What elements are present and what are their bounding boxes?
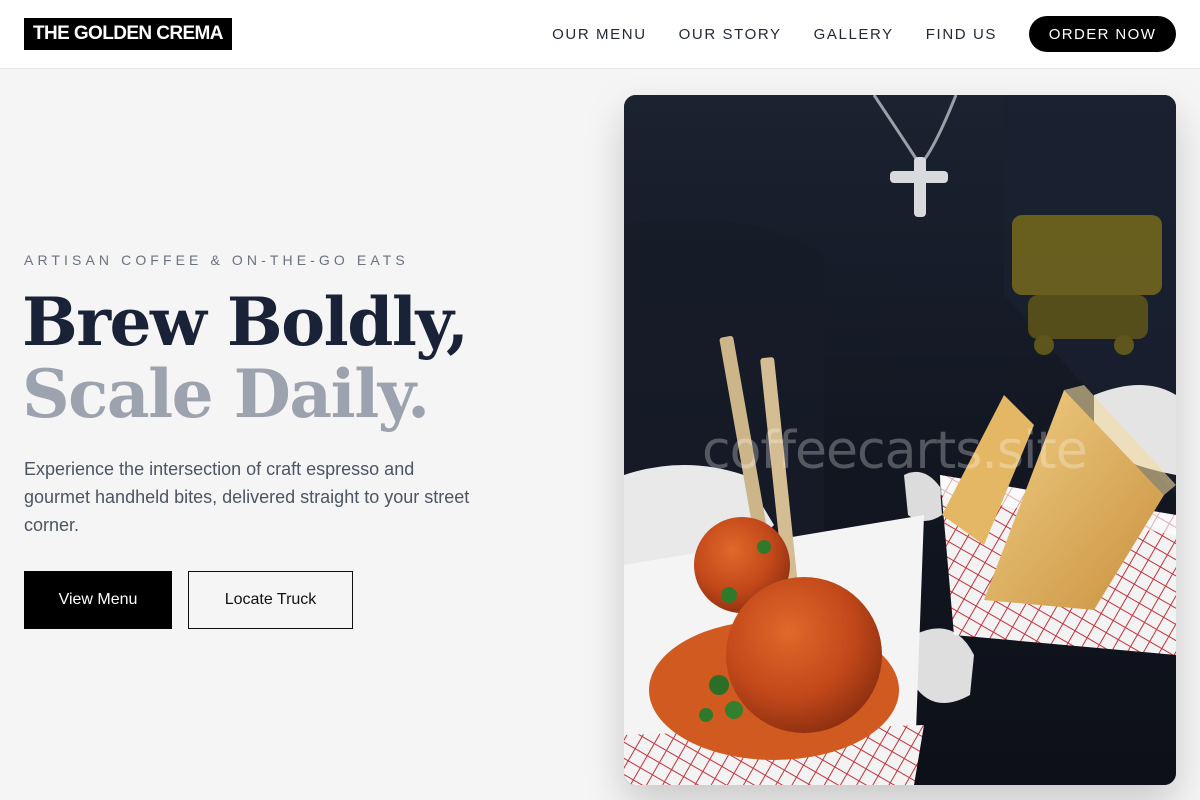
food-photo-illustration	[624, 95, 1176, 785]
hero-eyebrow: ARTISAN COFFEE & ON-THE-GO EATS	[24, 252, 409, 268]
view-menu-button[interactable]: View Menu	[24, 571, 172, 629]
brand-logo[interactable]: THE GOLDEN CREMA	[24, 18, 232, 50]
headline-line-2: Scale Daily.	[22, 355, 430, 433]
nav-link-our-story[interactable]: OUR STORY	[679, 26, 782, 43]
locate-truck-button[interactable]: Locate Truck	[188, 571, 353, 629]
hero-food-image: coffeecarts.site	[624, 95, 1176, 785]
nav-link-find-us[interactable]: FIND US	[926, 26, 997, 43]
main-nav: OUR MENU OUR STORY GALLERY FIND US ORDER…	[552, 16, 1176, 52]
site-header: THE GOLDEN CREMA OUR MENU OUR STORY GALL…	[0, 0, 1200, 69]
hero-headline: Brew Boldly, Scale Daily.	[22, 283, 469, 433]
order-now-button[interactable]: ORDER NOW	[1029, 16, 1176, 52]
nav-link-gallery[interactable]: GALLERY	[814, 26, 894, 43]
headline-line-1: Brew Boldly,	[22, 283, 469, 361]
nav-link-our-menu[interactable]: OUR MENU	[552, 26, 646, 43]
hero-lead-text: Experience the intersection of craft esp…	[24, 459, 470, 535]
